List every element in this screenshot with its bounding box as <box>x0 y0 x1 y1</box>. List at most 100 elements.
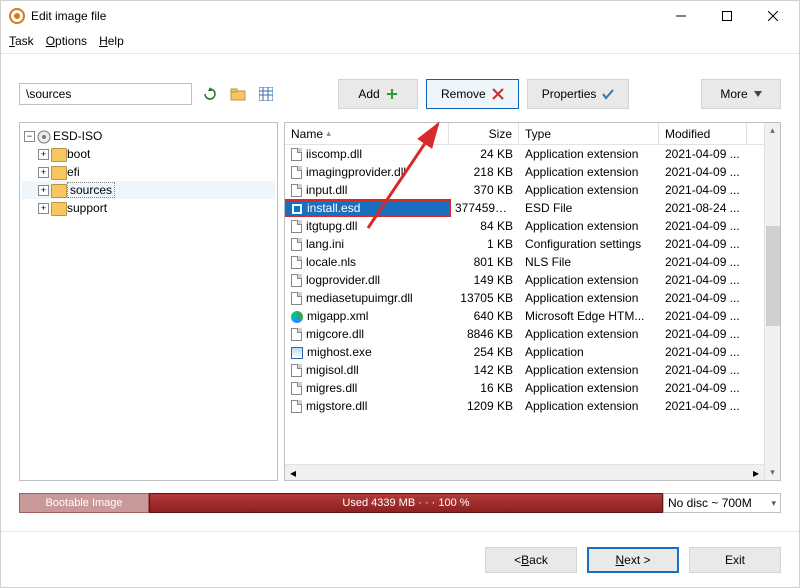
divider <box>1 53 799 54</box>
file-type-cell: Application extension <box>519 165 659 179</box>
file-type-cell: Application extension <box>519 363 659 377</box>
column-name[interactable]: Name ▴ <box>285 123 449 144</box>
tree-expander-icon[interactable]: + <box>38 203 49 214</box>
exe-file-icon <box>291 347 303 359</box>
view-icon[interactable] <box>256 84 276 104</box>
file-name-cell: migstore.dll <box>285 399 449 413</box>
minimize-button[interactable] <box>661 1 707 31</box>
tree-item-boot[interactable]: + boot <box>22 145 275 163</box>
file-name-cell: migisol.dll <box>285 363 449 377</box>
menubar: Task Options Help <box>1 31 799 51</box>
scroll-left-icon[interactable]: ◂ <box>285 465 301 481</box>
remove-label: Remove <box>441 87 486 101</box>
file-name-cell: locale.nls <box>285 255 449 269</box>
file-modified-cell: 2021-04-09 ... <box>659 399 747 413</box>
file-size-cell: 84 KB <box>449 219 519 233</box>
usage-bar: Used 4339 MB · · · 100 % <box>149 493 663 513</box>
page-file-icon <box>291 220 302 233</box>
more-button[interactable]: More <box>701 79 781 109</box>
tree-expander-icon[interactable]: + <box>38 167 49 178</box>
tree-item-label: boot <box>67 147 90 161</box>
exit-button[interactable]: Exit <box>689 547 781 573</box>
file-type-cell: Application extension <box>519 273 659 287</box>
file-row[interactable]: migapp.xml640 KBMicrosoft Edge HTM...202… <box>285 307 764 325</box>
tree-item-esd-iso[interactable]: −ESD-ISO <box>22 127 275 145</box>
column-type[interactable]: Type <box>519 123 659 144</box>
chevron-down-icon: ▾ <box>771 498 776 509</box>
tree-item-label: sources <box>67 182 115 198</box>
file-size-cell: 254 KB <box>449 345 519 359</box>
page-file-icon <box>291 292 302 305</box>
file-type-cell: NLS File <box>519 255 659 269</box>
scrollbar-thumb[interactable] <box>766 226 780 326</box>
properties-button[interactable]: Properties <box>527 79 630 109</box>
folder-icon <box>51 184 65 196</box>
file-row[interactable]: lang.ini1 KBConfiguration settings2021-0… <box>285 235 764 253</box>
file-row[interactable]: input.dll370 KBApplication extension2021… <box>285 181 764 199</box>
folder-icon <box>51 148 65 160</box>
file-size-cell: 24 KB <box>449 147 519 161</box>
tree-expander-icon[interactable]: − <box>24 131 35 142</box>
file-type-cell: ESD File <box>519 201 659 215</box>
file-size-cell: 8846 KB <box>449 327 519 341</box>
disc-select[interactable]: No disc ~ 700M ▾ <box>663 493 781 513</box>
back-button[interactable]: < Back <box>485 547 577 573</box>
scroll-down-icon[interactable]: ▾ <box>770 467 775 478</box>
file-modified-cell: 2021-04-09 ... <box>659 309 747 323</box>
tree-expander-icon[interactable]: + <box>38 185 49 196</box>
file-row[interactable]: locale.nls801 KBNLS File2021-04-09 ... <box>285 253 764 271</box>
file-modified-cell: 2021-04-09 ... <box>659 381 747 395</box>
file-modified-cell: 2021-04-09 ... <box>659 237 747 251</box>
file-name-cell: logprovider.dll <box>285 273 449 287</box>
tree-item-support[interactable]: +support <box>22 199 275 217</box>
file-row[interactable]: migisol.dll142 KBApplication extension20… <box>285 361 764 379</box>
horizontal-scrollbar[interactable]: ◂ ▸ <box>285 464 764 480</box>
file-type-cell: Application extension <box>519 147 659 161</box>
window-title: Edit image file <box>31 9 106 23</box>
folder-up-icon[interactable] <box>228 84 248 104</box>
file-name-cell: mighost.exe <box>285 345 449 359</box>
tree-panel[interactable]: −ESD-ISO + boot + efi + sources+support <box>19 122 278 481</box>
vertical-scrollbar[interactable]: ▴ ▾ <box>764 123 780 480</box>
close-button[interactable] <box>753 1 799 31</box>
path-input[interactable] <box>19 83 192 105</box>
file-row[interactable]: migres.dll16 KBApplication extension2021… <box>285 379 764 397</box>
menu-options[interactable]: Options <box>46 34 87 48</box>
tree-item-label: efi <box>67 165 80 179</box>
file-size-cell: 370 KB <box>449 183 519 197</box>
file-row[interactable]: imagingprovider.dll218 KBApplication ext… <box>285 163 764 181</box>
maximize-button[interactable] <box>707 1 753 31</box>
file-modified-cell: 2021-04-09 ... <box>659 273 747 287</box>
file-type-cell: Application <box>519 345 659 359</box>
file-row[interactable]: migcore.dll8846 KBApplication extension2… <box>285 325 764 343</box>
file-modified-cell: 2021-04-09 ... <box>659 147 747 161</box>
tree-expander-icon[interactable]: + <box>38 149 49 160</box>
column-size[interactable]: Size <box>449 123 519 144</box>
file-row[interactable]: logprovider.dll149 KBApplication extensi… <box>285 271 764 289</box>
file-name-cell: iiscomp.dll <box>285 147 449 161</box>
file-row[interactable]: iiscomp.dll24 KBApplication extension202… <box>285 145 764 163</box>
add-button[interactable]: Add <box>338 79 418 109</box>
remove-button[interactable]: Remove <box>426 79 519 109</box>
file-row[interactable]: migstore.dll1209 KBApplication extension… <box>285 397 764 415</box>
file-row[interactable]: mediasetupuimgr.dll13705 KBApplication e… <box>285 289 764 307</box>
scroll-right-icon[interactable]: ▸ <box>748 465 764 481</box>
columns-header[interactable]: Name ▴ Size Type Modified <box>285 123 764 145</box>
file-list[interactable]: iiscomp.dll24 KBApplication extension202… <box>285 145 764 464</box>
scroll-up-icon[interactable]: ▴ <box>770 125 775 136</box>
file-type-cell: Application extension <box>519 327 659 341</box>
next-button[interactable]: Next > <box>587 547 679 573</box>
file-row[interactable]: mighost.exe254 KBApplication2021-04-09 .… <box>285 343 764 361</box>
file-row[interactable]: install.esd3774590 KBESD File2021-08-24 … <box>285 199 764 217</box>
menu-help[interactable]: Help <box>99 34 124 48</box>
file-modified-cell: 2021-04-09 ... <box>659 327 747 341</box>
more-label: More <box>720 87 747 101</box>
file-row[interactable]: itgtupg.dll84 KBApplication extension202… <box>285 217 764 235</box>
menu-task[interactable]: Task <box>9 34 34 48</box>
tree-item-sources[interactable]: + sources <box>22 181 275 199</box>
column-modified[interactable]: Modified <box>659 123 747 144</box>
esd-file-icon <box>291 203 303 215</box>
file-type-cell: Application extension <box>519 219 659 233</box>
tree-item-efi[interactable]: + efi <box>22 163 275 181</box>
refresh-icon[interactable] <box>200 84 220 104</box>
